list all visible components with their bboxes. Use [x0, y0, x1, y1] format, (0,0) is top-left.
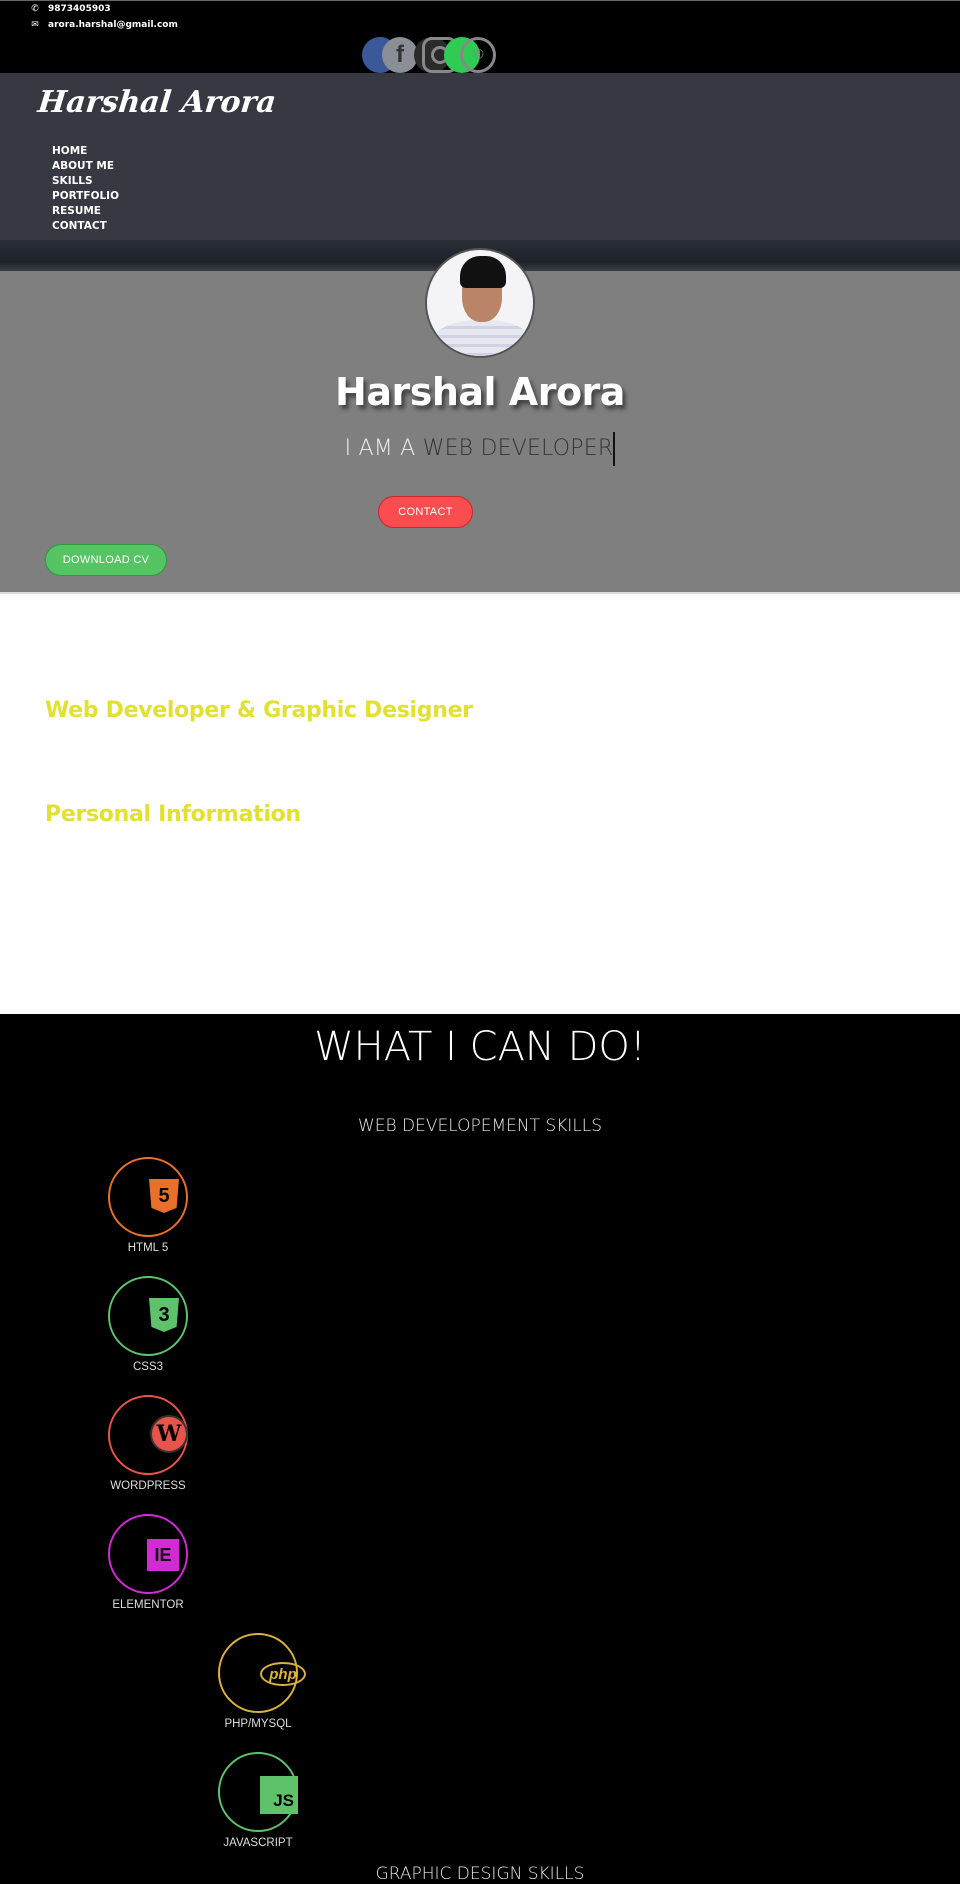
skill-elementor: IE ELEMENTOR [88, 1514, 208, 1611]
site-header: Harshal Arora HOME ABOUT ME SKILLS PORTF… [0, 73, 960, 240]
nav-portfolio[interactable]: PORTFOLIO [52, 189, 119, 204]
site-logo[interactable]: Harshal Arora [36, 85, 278, 120]
role-heading: Web Developer & Graphic Designer [45, 698, 473, 723]
nav-contact[interactable]: CONTACT [52, 219, 119, 234]
nav-about-me[interactable]: ABOUT ME [52, 159, 119, 174]
skill-wordpress: W WORDPRESS [88, 1395, 208, 1492]
skills-section: WHAT I CAN DO! WEB DEVELOPEMENT SKILLS 5… [0, 1014, 960, 1884]
nav-home[interactable]: HOME [52, 144, 119, 159]
about-section: Web Developer & Graphic Designer Persona… [0, 592, 960, 1014]
javascript-icon: JS [260, 1776, 298, 1814]
phone-icon: ✆ [31, 4, 39, 14]
tagline-role: WEB DEVELOPER [422, 436, 614, 461]
php-icon: php [260, 1662, 306, 1686]
nav-resume[interactable]: RESUME [52, 204, 119, 219]
phone-number: 9873405903 [48, 4, 111, 14]
web-skills-subtitle: WEB DEVELOPEMENT SKILLS [357, 1116, 603, 1136]
graphic-skills-subtitle: GRAPHIC DESIGN SKILLS [375, 1864, 585, 1884]
nav-skills[interactable]: SKILLS [52, 174, 119, 189]
skill-html5: 5 HTML 5 [88, 1157, 208, 1254]
phone-contact[interactable]: ✆ 9873405903 [30, 4, 111, 14]
skill-php-mysql: php PHP/MYSQL [198, 1633, 318, 1730]
skill-label: PHP/MYSQL [224, 1718, 292, 1730]
email-address: arora.harshal@gmail.com [48, 20, 178, 30]
css3-icon: 3 [149, 1298, 179, 1332]
typing-caret [613, 432, 616, 466]
tagline-prefix: I AM A [344, 436, 423, 461]
profile-photo [425, 248, 535, 358]
html5-icon: 5 [149, 1179, 179, 1213]
skill-label: WORDPRESS [110, 1480, 186, 1492]
contact-button[interactable]: CONTACT [378, 496, 473, 528]
social-links: f ✆ [362, 37, 496, 75]
elementor-icon: IE [147, 1539, 179, 1571]
hero-tagline: I AM A WEB DEVELOPER [0, 432, 960, 466]
facebook-icon[interactable]: f [382, 37, 418, 73]
skill-javascript: JS JAVASCRIPT [198, 1752, 318, 1849]
top-contact-bar: ✆ 9873405903 ✉ arora.harshal@gmail.com f… [0, 0, 960, 73]
hero-section: Harshal Arora I AM A WEB DEVELOPER CONTA… [0, 240, 960, 592]
wordpress-icon: W [150, 1415, 188, 1453]
skill-css3: 3 CSS3 [88, 1276, 208, 1373]
email-contact[interactable]: ✉ arora.harshal@gmail.com [30, 20, 178, 30]
skill-label: CSS3 [132, 1361, 164, 1373]
personal-info-heading: Personal Information [45, 802, 301, 827]
skill-label: HTML 5 [127, 1242, 169, 1254]
hero-name: Harshal Arora [335, 370, 625, 414]
whatsapp-icon[interactable]: ✆ [460, 37, 496, 73]
envelope-icon: ✉ [31, 20, 39, 30]
download-cv-button[interactable]: DOWNLOAD CV [45, 544, 167, 576]
skill-label: JAVASCRIPT [223, 1837, 293, 1849]
skill-label: ELEMENTOR [112, 1599, 184, 1611]
main-nav: HOME ABOUT ME SKILLS PORTFOLIO RESUME CO… [52, 144, 119, 234]
skills-title: WHAT I CAN DO! [314, 1024, 646, 1070]
